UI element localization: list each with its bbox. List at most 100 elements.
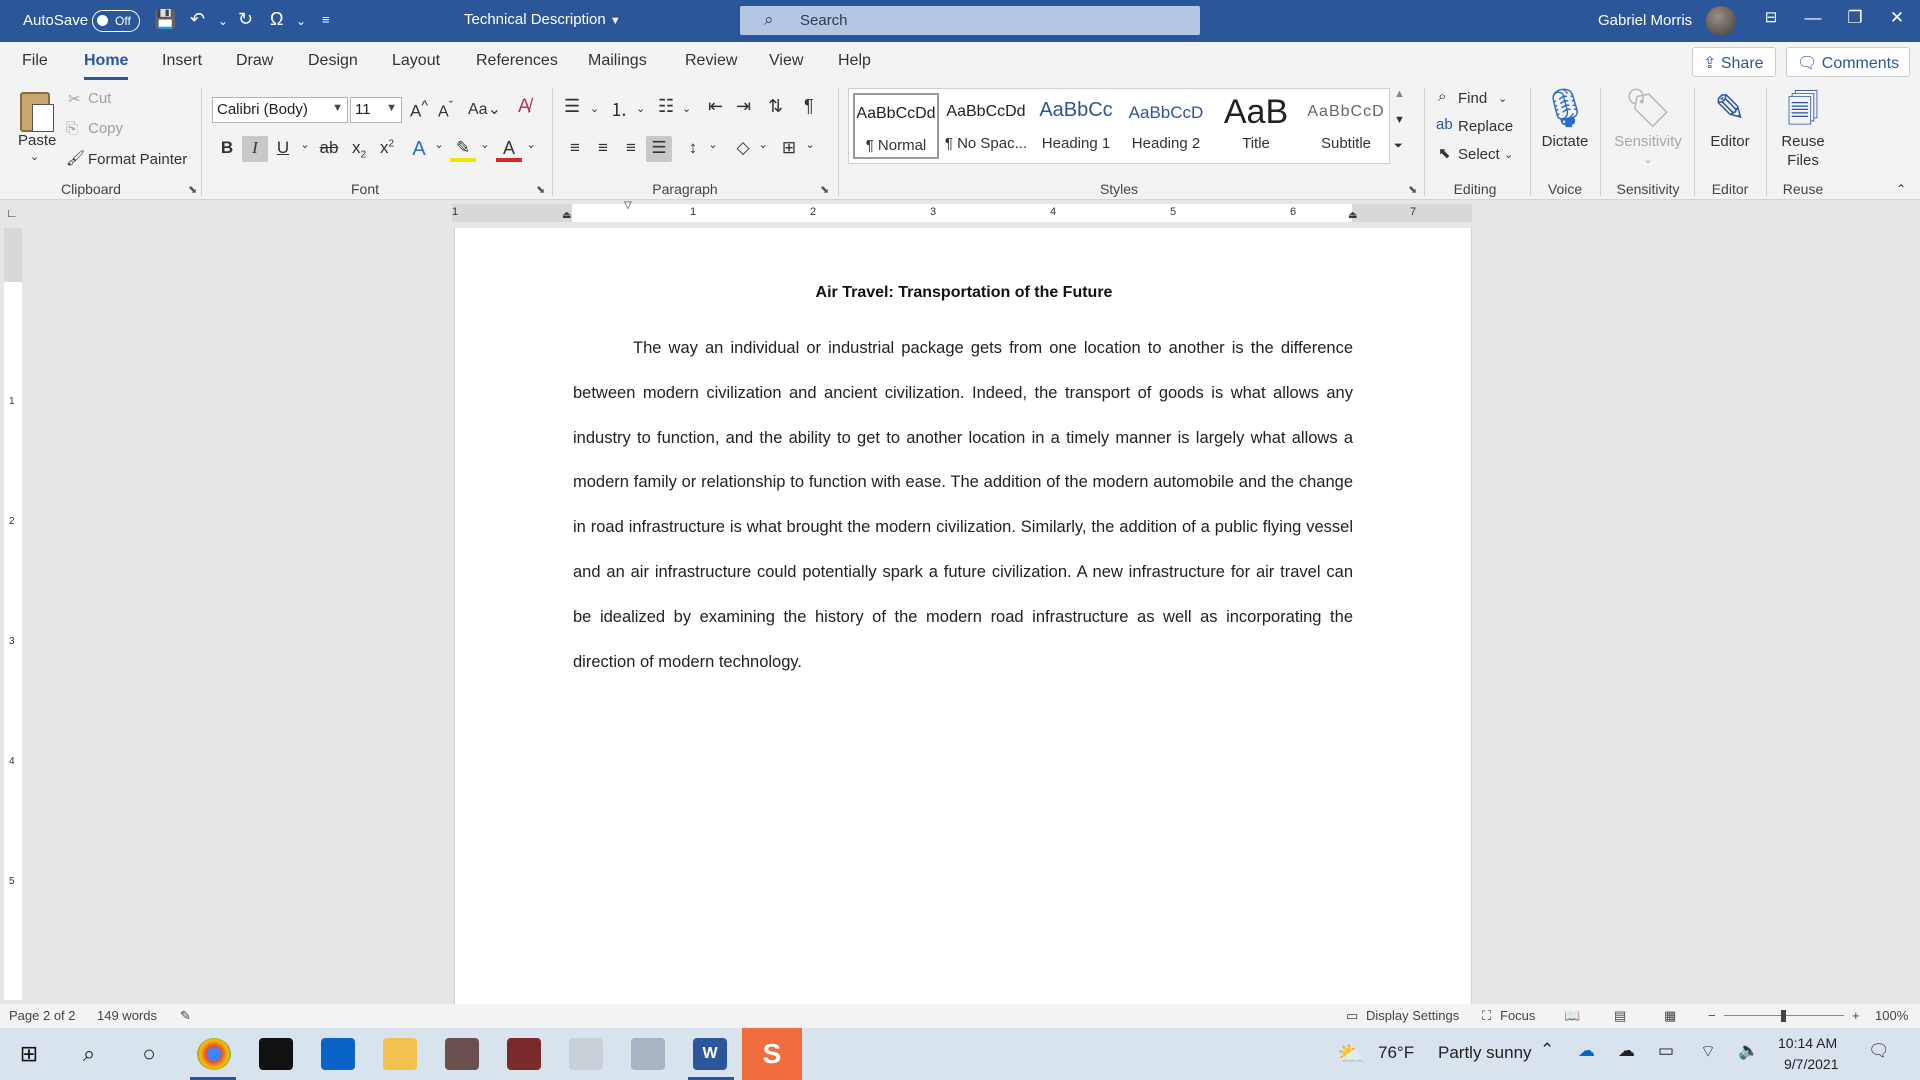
strikethrough-icon[interactable]: ab bbox=[316, 136, 342, 162]
right-indent-marker-icon[interactable]: ⏏ bbox=[1348, 210, 1357, 221]
tab-insert[interactable]: Insert bbox=[162, 52, 202, 70]
calculator-icon[interactable] bbox=[445, 1038, 479, 1070]
paste-icon[interactable] bbox=[16, 88, 56, 136]
subscript-icon[interactable]: x2 bbox=[346, 136, 372, 162]
read-mode-icon[interactable]: 📖 bbox=[1564, 1008, 1580, 1024]
tab-design[interactable]: Design bbox=[308, 52, 358, 70]
share-button[interactable]: ⇪ Share bbox=[1692, 47, 1776, 77]
paste-label[interactable]: Paste bbox=[18, 132, 56, 149]
zoom-level[interactable]: 100% bbox=[1875, 1008, 1908, 1023]
tab-file[interactable]: File bbox=[22, 52, 48, 70]
cortana-icon[interactable]: ○ bbox=[130, 1036, 168, 1072]
borders-dropdown-icon[interactable]: ⌄ bbox=[797, 136, 823, 162]
screen-recorder-icon[interactable]: S bbox=[742, 1028, 802, 1080]
style-normal[interactable]: AaBbCcDd ¶ Normal bbox=[853, 93, 939, 159]
customize-quick-access-icon[interactable]: ≡ bbox=[322, 12, 330, 27]
highlight-dropdown-icon[interactable]: ⌄ bbox=[472, 136, 498, 162]
tab-draw[interactable]: Draw bbox=[236, 52, 273, 70]
sort-icon[interactable]: ⇅ bbox=[768, 96, 783, 117]
style-no-spacing[interactable]: AaBbCcDd ¶ No Spac... bbox=[943, 93, 1029, 159]
zoom-out-icon[interactable]: − bbox=[1708, 1008, 1716, 1023]
find-label[interactable]: Find bbox=[1458, 90, 1487, 107]
select-label[interactable]: Select bbox=[1458, 146, 1500, 163]
multilevel-list-icon[interactable]: ☷ bbox=[658, 96, 674, 117]
autosave-toggle[interactable]: Off bbox=[92, 10, 140, 32]
user-name[interactable]: Gabriel Morris bbox=[1598, 12, 1692, 29]
undo-dropdown-icon[interactable]: ⌄ bbox=[218, 14, 228, 28]
minimize-icon[interactable]: — bbox=[1798, 8, 1828, 28]
find-dropdown-icon[interactable]: ⌄ bbox=[1498, 92, 1507, 105]
change-case-icon[interactable]: Aa⌄ bbox=[468, 99, 501, 119]
onedrive-icon[interactable]: ☁ bbox=[1578, 1041, 1595, 1061]
bold-icon[interactable]: B bbox=[214, 136, 240, 162]
comments-button[interactable]: 🗨 Comments bbox=[1786, 47, 1910, 77]
ribbon-display-options-icon[interactable]: ⊟ bbox=[1756, 8, 1786, 26]
align-left-icon[interactable]: ≡ bbox=[562, 136, 588, 162]
word-count[interactable]: 149 words bbox=[97, 1008, 157, 1023]
styles-launcher-icon[interactable]: ⬊ bbox=[1408, 183, 1417, 196]
search-box[interactable]: ⌕ Search bbox=[740, 6, 1200, 35]
editor-button[interactable]: ✎ Editor bbox=[1702, 86, 1758, 151]
clock-date[interactable]: 9/7/2021 bbox=[1784, 1056, 1839, 1072]
tab-review[interactable]: Review bbox=[685, 52, 737, 70]
cut-label[interactable]: Cut bbox=[88, 90, 111, 107]
style-heading-2[interactable]: AaBbCcD Heading 2 bbox=[1123, 93, 1209, 159]
first-line-indent-marker-icon[interactable]: ▽ bbox=[624, 200, 632, 211]
zoom-slider-thumb[interactable] bbox=[1781, 1010, 1786, 1022]
multilevel-dropdown-icon[interactable]: ⌄ bbox=[682, 102, 691, 115]
windows-start-icon[interactable]: ⊞ bbox=[10, 1036, 48, 1072]
weather-condition[interactable]: Partly sunny bbox=[1438, 1043, 1532, 1063]
chrome-icon[interactable] bbox=[197, 1038, 231, 1070]
decrease-indent-icon[interactable]: ⇤ bbox=[708, 96, 723, 117]
shading-dropdown-icon[interactable]: ⌄ bbox=[750, 136, 776, 162]
tab-home[interactable]: Home bbox=[84, 52, 129, 80]
replace-label[interactable]: Replace bbox=[1458, 118, 1513, 135]
avatar[interactable] bbox=[1706, 6, 1736, 36]
wifi-icon[interactable]: ⌔ bbox=[1700, 1041, 1716, 1062]
outlook-icon[interactable] bbox=[321, 1038, 355, 1070]
mail-app-icon[interactable] bbox=[631, 1038, 665, 1070]
styles-scroll-down-icon[interactable]: ▼ bbox=[1394, 114, 1405, 126]
sensitivity-button[interactable]: 🏷 Sensitivity ⌄ bbox=[1608, 86, 1688, 170]
clear-formatting-icon[interactable]: A̸ bbox=[518, 96, 531, 118]
document-title[interactable]: Technical Description ▼ bbox=[464, 11, 621, 28]
show-formatting-icon[interactable]: ¶ bbox=[804, 96, 814, 117]
weather-temperature[interactable]: 76°F bbox=[1378, 1043, 1414, 1063]
collapse-ribbon-icon[interactable]: ⌃ bbox=[1896, 182, 1906, 196]
undo-icon[interactable]: ↶ bbox=[190, 9, 205, 30]
style-heading-1[interactable]: AaBbCc Heading 1 bbox=[1033, 93, 1119, 159]
align-center-icon[interactable]: ≡ bbox=[590, 136, 616, 162]
weather-icon[interactable]: ⛅ bbox=[1332, 1036, 1370, 1072]
line-spacing-dropdown-icon[interactable]: ⌄ bbox=[700, 136, 726, 162]
file-explorer-icon[interactable] bbox=[383, 1038, 417, 1070]
search-icon[interactable]: ⌕ bbox=[70, 1036, 108, 1072]
symbol-dropdown-icon[interactable]: ⌄ bbox=[296, 14, 306, 28]
increase-indent-icon[interactable]: ⇥ bbox=[736, 96, 751, 117]
numbering-icon[interactable]: ⒈ bbox=[610, 96, 628, 122]
focus-label[interactable]: Focus bbox=[1500, 1008, 1535, 1023]
dictate-button[interactable]: 🎙 Dictate bbox=[1540, 86, 1590, 151]
battery-icon[interactable]: ▭ bbox=[1658, 1041, 1674, 1061]
clock-time[interactable]: 10:14 AM bbox=[1778, 1035, 1837, 1051]
onedrive-personal-icon[interactable]: ☁ bbox=[1618, 1041, 1635, 1061]
font-launcher-icon[interactable]: ⬊ bbox=[536, 183, 545, 196]
tab-help[interactable]: Help bbox=[838, 52, 871, 70]
copy-label[interactable]: Copy bbox=[88, 120, 123, 137]
camera-app-icon[interactable] bbox=[507, 1038, 541, 1070]
grow-font-icon[interactable]: A^ bbox=[410, 98, 428, 122]
volume-icon[interactable]: 🔈 bbox=[1738, 1041, 1759, 1061]
superscript-icon[interactable]: x2 bbox=[374, 136, 400, 162]
tab-references[interactable]: References bbox=[476, 52, 558, 70]
notifications-icon[interactable]: 🗨 bbox=[1868, 1041, 1890, 1061]
save-icon[interactable]: 💾 bbox=[154, 9, 176, 30]
restore-icon[interactable]: ❐ bbox=[1840, 8, 1870, 28]
styles-more-icon[interactable]: ⏷ bbox=[1394, 140, 1403, 153]
reuse-files-button[interactable]: 🗐 Reuse Files bbox=[1772, 86, 1834, 170]
word-icon[interactable]: W bbox=[693, 1038, 727, 1070]
font-color-dropdown-icon[interactable]: ⌄ bbox=[518, 136, 544, 162]
symbol-icon[interactable]: Ω bbox=[270, 9, 283, 30]
bullets-dropdown-icon[interactable]: ⌄ bbox=[590, 102, 599, 115]
close-icon[interactable]: ✕ bbox=[1882, 8, 1912, 28]
styles-scroll-up-icon[interactable]: ▲ bbox=[1394, 88, 1405, 100]
web-layout-icon[interactable]: ▦ bbox=[1664, 1008, 1676, 1024]
